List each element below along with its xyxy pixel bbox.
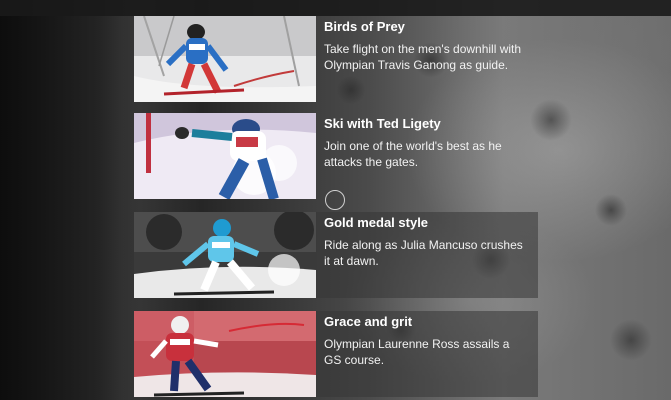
article-info: Birds of Prey Take flight on the men's d…	[316, 16, 538, 102]
background-top-bar	[0, 0, 671, 16]
article-info: Gold medal style Ride along as Julia Man…	[316, 212, 538, 298]
super-g-skier-image[interactable]	[134, 212, 316, 298]
article-info: Ski with Ted Ligety Join one of the worl…	[316, 113, 538, 199]
article-card-gold-medal-style[interactable]: Gold medal style Ride along as Julia Man…	[134, 212, 538, 298]
article-card-grace-and-grit[interactable]: Grace and grit Olympian Laurenne Ross as…	[134, 311, 538, 397]
article-card-birds-of-prey[interactable]: Birds of Prey Take flight on the men's d…	[134, 16, 538, 102]
article-title[interactable]: Gold medal style	[324, 214, 530, 231]
background-left-vignette	[0, 0, 140, 400]
downhill-skier-image[interactable]	[134, 16, 316, 102]
article-card-ski-with-ted-ligety[interactable]: Ski with Ted Ligety Join one of the worl…	[134, 113, 538, 199]
article-description: Olympian Laurenne Ross assails a GS cour…	[324, 337, 510, 367]
giant-slalom-skier-image[interactable]	[134, 113, 316, 199]
video-menu-screen: Birds of Prey Take flight on the men's d…	[0, 0, 671, 400]
article-title[interactable]: Grace and grit	[324, 313, 530, 330]
gs-skier-image[interactable]	[134, 311, 316, 397]
article-description: Ride along as Julia Mancuso crushes it a…	[324, 238, 523, 268]
article-title[interactable]: Birds of Prey	[324, 18, 530, 35]
article-description: Take flight on the men's downhill with O…	[324, 42, 522, 72]
article-description: Join one of the world's best as he attac…	[324, 139, 502, 169]
gaze-cursor-icon	[325, 190, 345, 210]
article-title[interactable]: Ski with Ted Ligety	[324, 115, 530, 132]
article-info: Grace and grit Olympian Laurenne Ross as…	[316, 311, 538, 397]
